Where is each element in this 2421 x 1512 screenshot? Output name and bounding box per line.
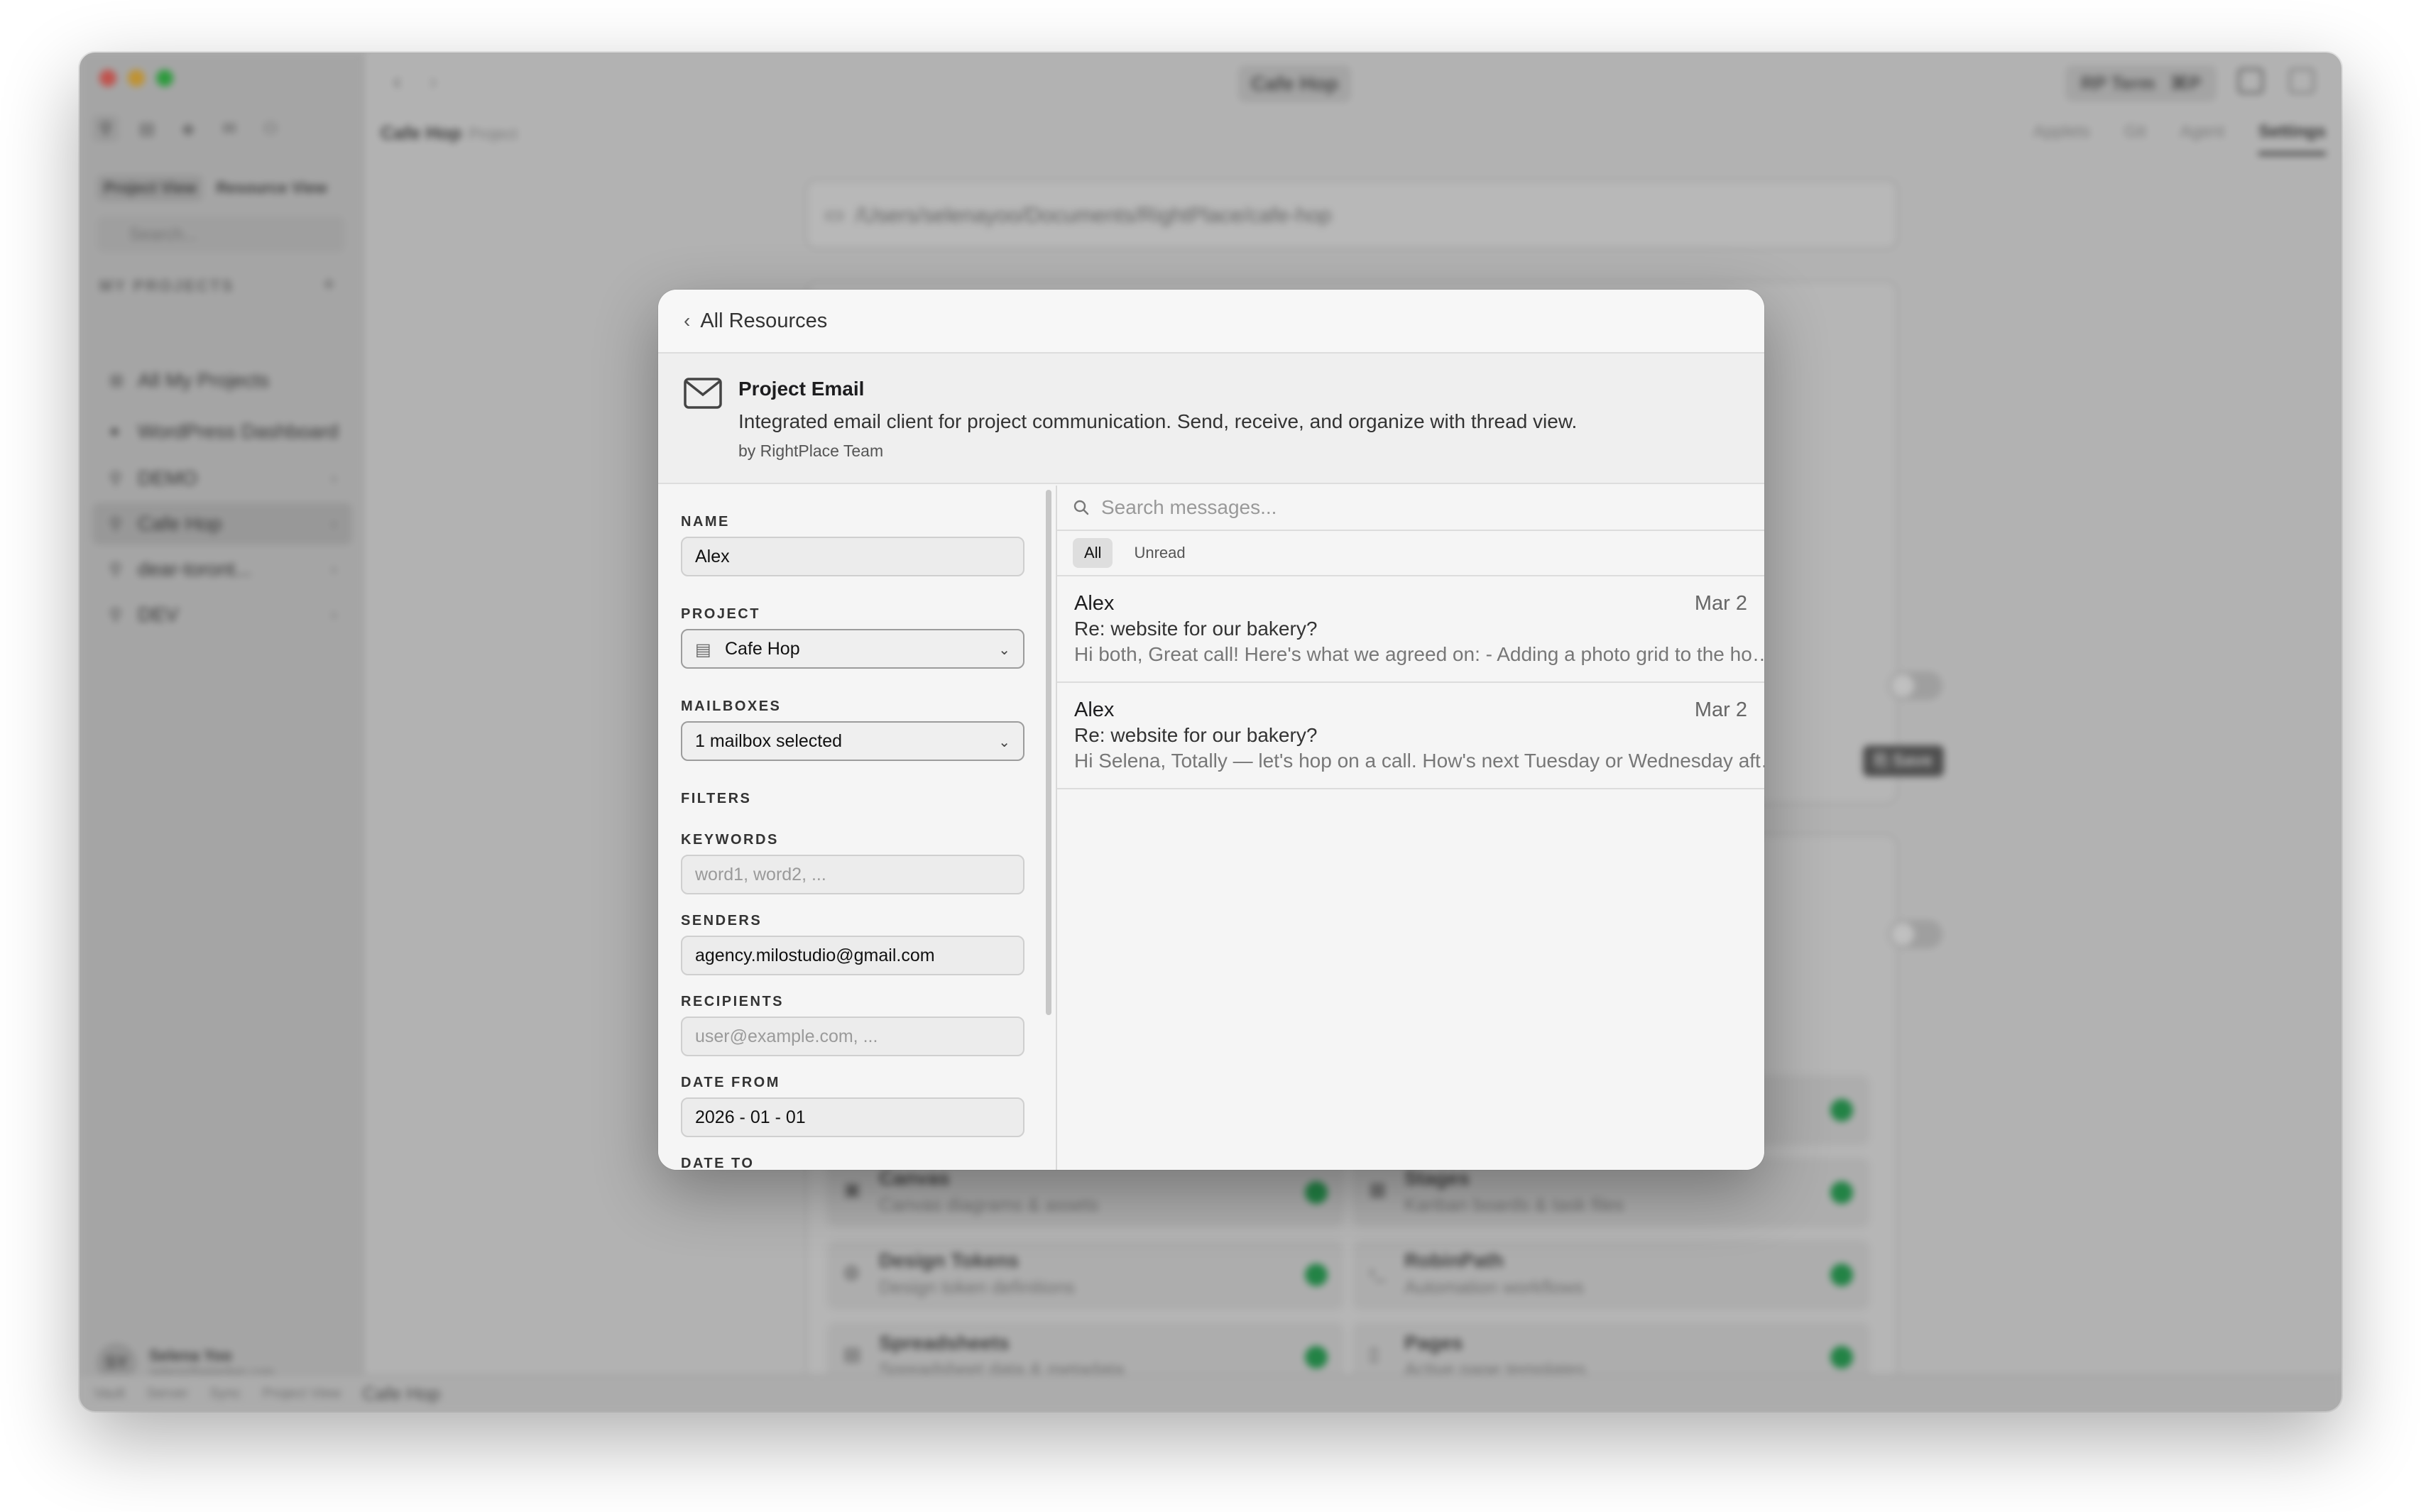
message-search: [1057, 486, 1764, 531]
all-resources-back-button[interactable]: ‹ All Resources: [658, 290, 1764, 354]
name-field[interactable]: Alex: [681, 537, 1024, 576]
back-label: All Resources: [700, 309, 828, 332]
recipients-input[interactable]: user@example.com, ...: [681, 1017, 1024, 1056]
filters-label: FILTERS: [681, 791, 752, 806]
message-item[interactable]: Alex Mar 2 Re: website for our bakery? H…: [1057, 683, 1764, 789]
mailboxes-select[interactable]: 1 mailbox selected ⌄: [681, 721, 1024, 761]
chevron-down-icon: ⌄: [998, 642, 1010, 658]
chevron-down-icon: ⌄: [998, 735, 1010, 750]
name-label: NAME: [681, 514, 730, 530]
form-scrollbar[interactable]: [1046, 490, 1051, 1015]
message-sender: Alex: [1074, 699, 1115, 721]
resource-header: Project Email Integrated email client fo…: [658, 354, 1764, 484]
message-date: Mar 2: [1694, 592, 1747, 615]
config-form: NAME Alex PROJECT ▤ Cafe Hop ⌄ MAILBOXES…: [658, 486, 1056, 1170]
keywords-input[interactable]: word1, word2, ...: [681, 855, 1024, 894]
project-label: PROJECT: [681, 606, 760, 622]
search-icon: [1073, 500, 1089, 515]
message-subject: Re: website for our bakery?: [1074, 618, 1318, 640]
message-date: Mar 2: [1694, 699, 1747, 721]
senders-label: SENDERS: [681, 913, 763, 928]
date-from-label: DATE FROM: [681, 1075, 780, 1090]
resource-title: Project Email: [738, 378, 865, 400]
date-to-label: DATE TO: [681, 1156, 755, 1170]
mailboxes-value: 1 mailbox selected: [695, 730, 843, 751]
project-select[interactable]: ▤ Cafe Hop ⌄: [681, 629, 1024, 669]
keywords-label: KEYWORDS: [681, 832, 779, 848]
tab-unread[interactable]: Unread: [1122, 538, 1196, 568]
folder-icon: ▤: [695, 640, 711, 659]
message-subject: Re: website for our bakery?: [1074, 724, 1318, 746]
date-from-input[interactable]: 2026 - 01 - 01: [681, 1097, 1024, 1137]
tab-all[interactable]: All: [1073, 538, 1113, 568]
message-sender: Alex: [1074, 592, 1115, 615]
resource-author: by RightPlace Team: [738, 442, 884, 460]
message-preview: Hi both, Great call! Here's what we agre…: [1074, 643, 1764, 665]
search-messages-input[interactable]: [1101, 496, 1669, 519]
message-pane: All Unread Alex Mar 2 Re: website for ou…: [1057, 486, 1764, 1170]
resource-description: Integrated email client for project comm…: [738, 410, 1578, 432]
resource-modal: ‹ All Resources Project Email Integrated…: [658, 290, 1764, 1170]
chevron-left-icon: ‹: [684, 309, 691, 332]
mailboxes-label: MAILBOXES: [681, 699, 782, 714]
mail-icon: [684, 378, 722, 409]
message-preview: Hi Selena, Totally — let's hop on a call…: [1074, 750, 1764, 772]
message-filter-tabs: All Unread: [1057, 531, 1764, 576]
senders-input[interactable]: agency.milostudio@gmail.com: [681, 936, 1024, 975]
recipients-label: RECIPIENTS: [681, 994, 785, 1009]
message-item[interactable]: Alex Mar 2 Re: website for our bakery? H…: [1057, 576, 1764, 683]
project-value: Cafe Hop: [725, 638, 800, 659]
